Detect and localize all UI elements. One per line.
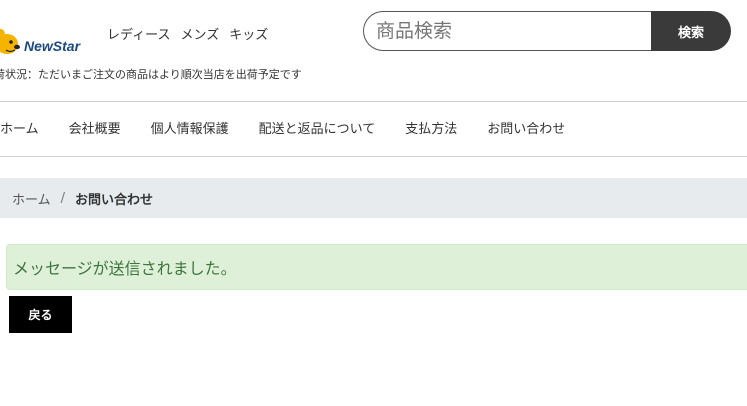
site-logo[interactable]: NewStar — [0, 24, 80, 60]
dog-logo-icon — [0, 26, 24, 58]
nav-divider-top — [0, 101, 747, 102]
search-button[interactable]: 検索 — [651, 11, 731, 51]
category-nav: レディース メンズ キッズ — [107, 24, 268, 43]
nav-link-contact[interactable]: お問い合わせ — [487, 118, 565, 137]
success-alert: メッセージが送信されました。 — [6, 244, 747, 290]
category-link-ladies[interactable]: レディース — [107, 24, 170, 43]
breadcrumb: ホーム / お問い合わせ — [0, 178, 747, 218]
success-message: メッセージが送信されました。 — [13, 259, 237, 278]
nav-link-shipping-returns[interactable]: 配送と返品について — [259, 118, 376, 137]
nav-divider-bottom — [0, 156, 747, 157]
search-input[interactable] — [363, 11, 651, 51]
nav-link-privacy[interactable]: 個人情報保護 — [151, 118, 229, 137]
back-button[interactable]: 戻る — [9, 296, 72, 333]
shipping-notice: 荷状況：ただいまご注文の商品はより順次当店を出荷予定です — [0, 68, 302, 81]
category-link-kids[interactable]: キッズ — [229, 24, 268, 43]
category-link-mens[interactable]: メンズ — [180, 24, 219, 43]
breadcrumb-separator: / — [60, 190, 66, 206]
breadcrumb-home-link[interactable]: ホーム — [12, 189, 51, 208]
search-bar: 検索 — [363, 11, 731, 51]
breadcrumb-current: お問い合わせ — [75, 192, 154, 208]
main-nav: ホーム 会社概要 個人情報保護 配送と返品について 支払方法 お問い合わせ — [0, 118, 595, 137]
logo-text: NewStar — [24, 38, 81, 54]
nav-link-company[interactable]: 会社概要 — [69, 118, 121, 137]
nav-link-home[interactable]: ホーム — [0, 118, 39, 137]
page: NewStar レディース メンズ キッズ 検索 荷状況：ただいまご注文の商品は… — [0, 0, 747, 406]
nav-link-payment[interactable]: 支払方法 — [405, 118, 457, 137]
